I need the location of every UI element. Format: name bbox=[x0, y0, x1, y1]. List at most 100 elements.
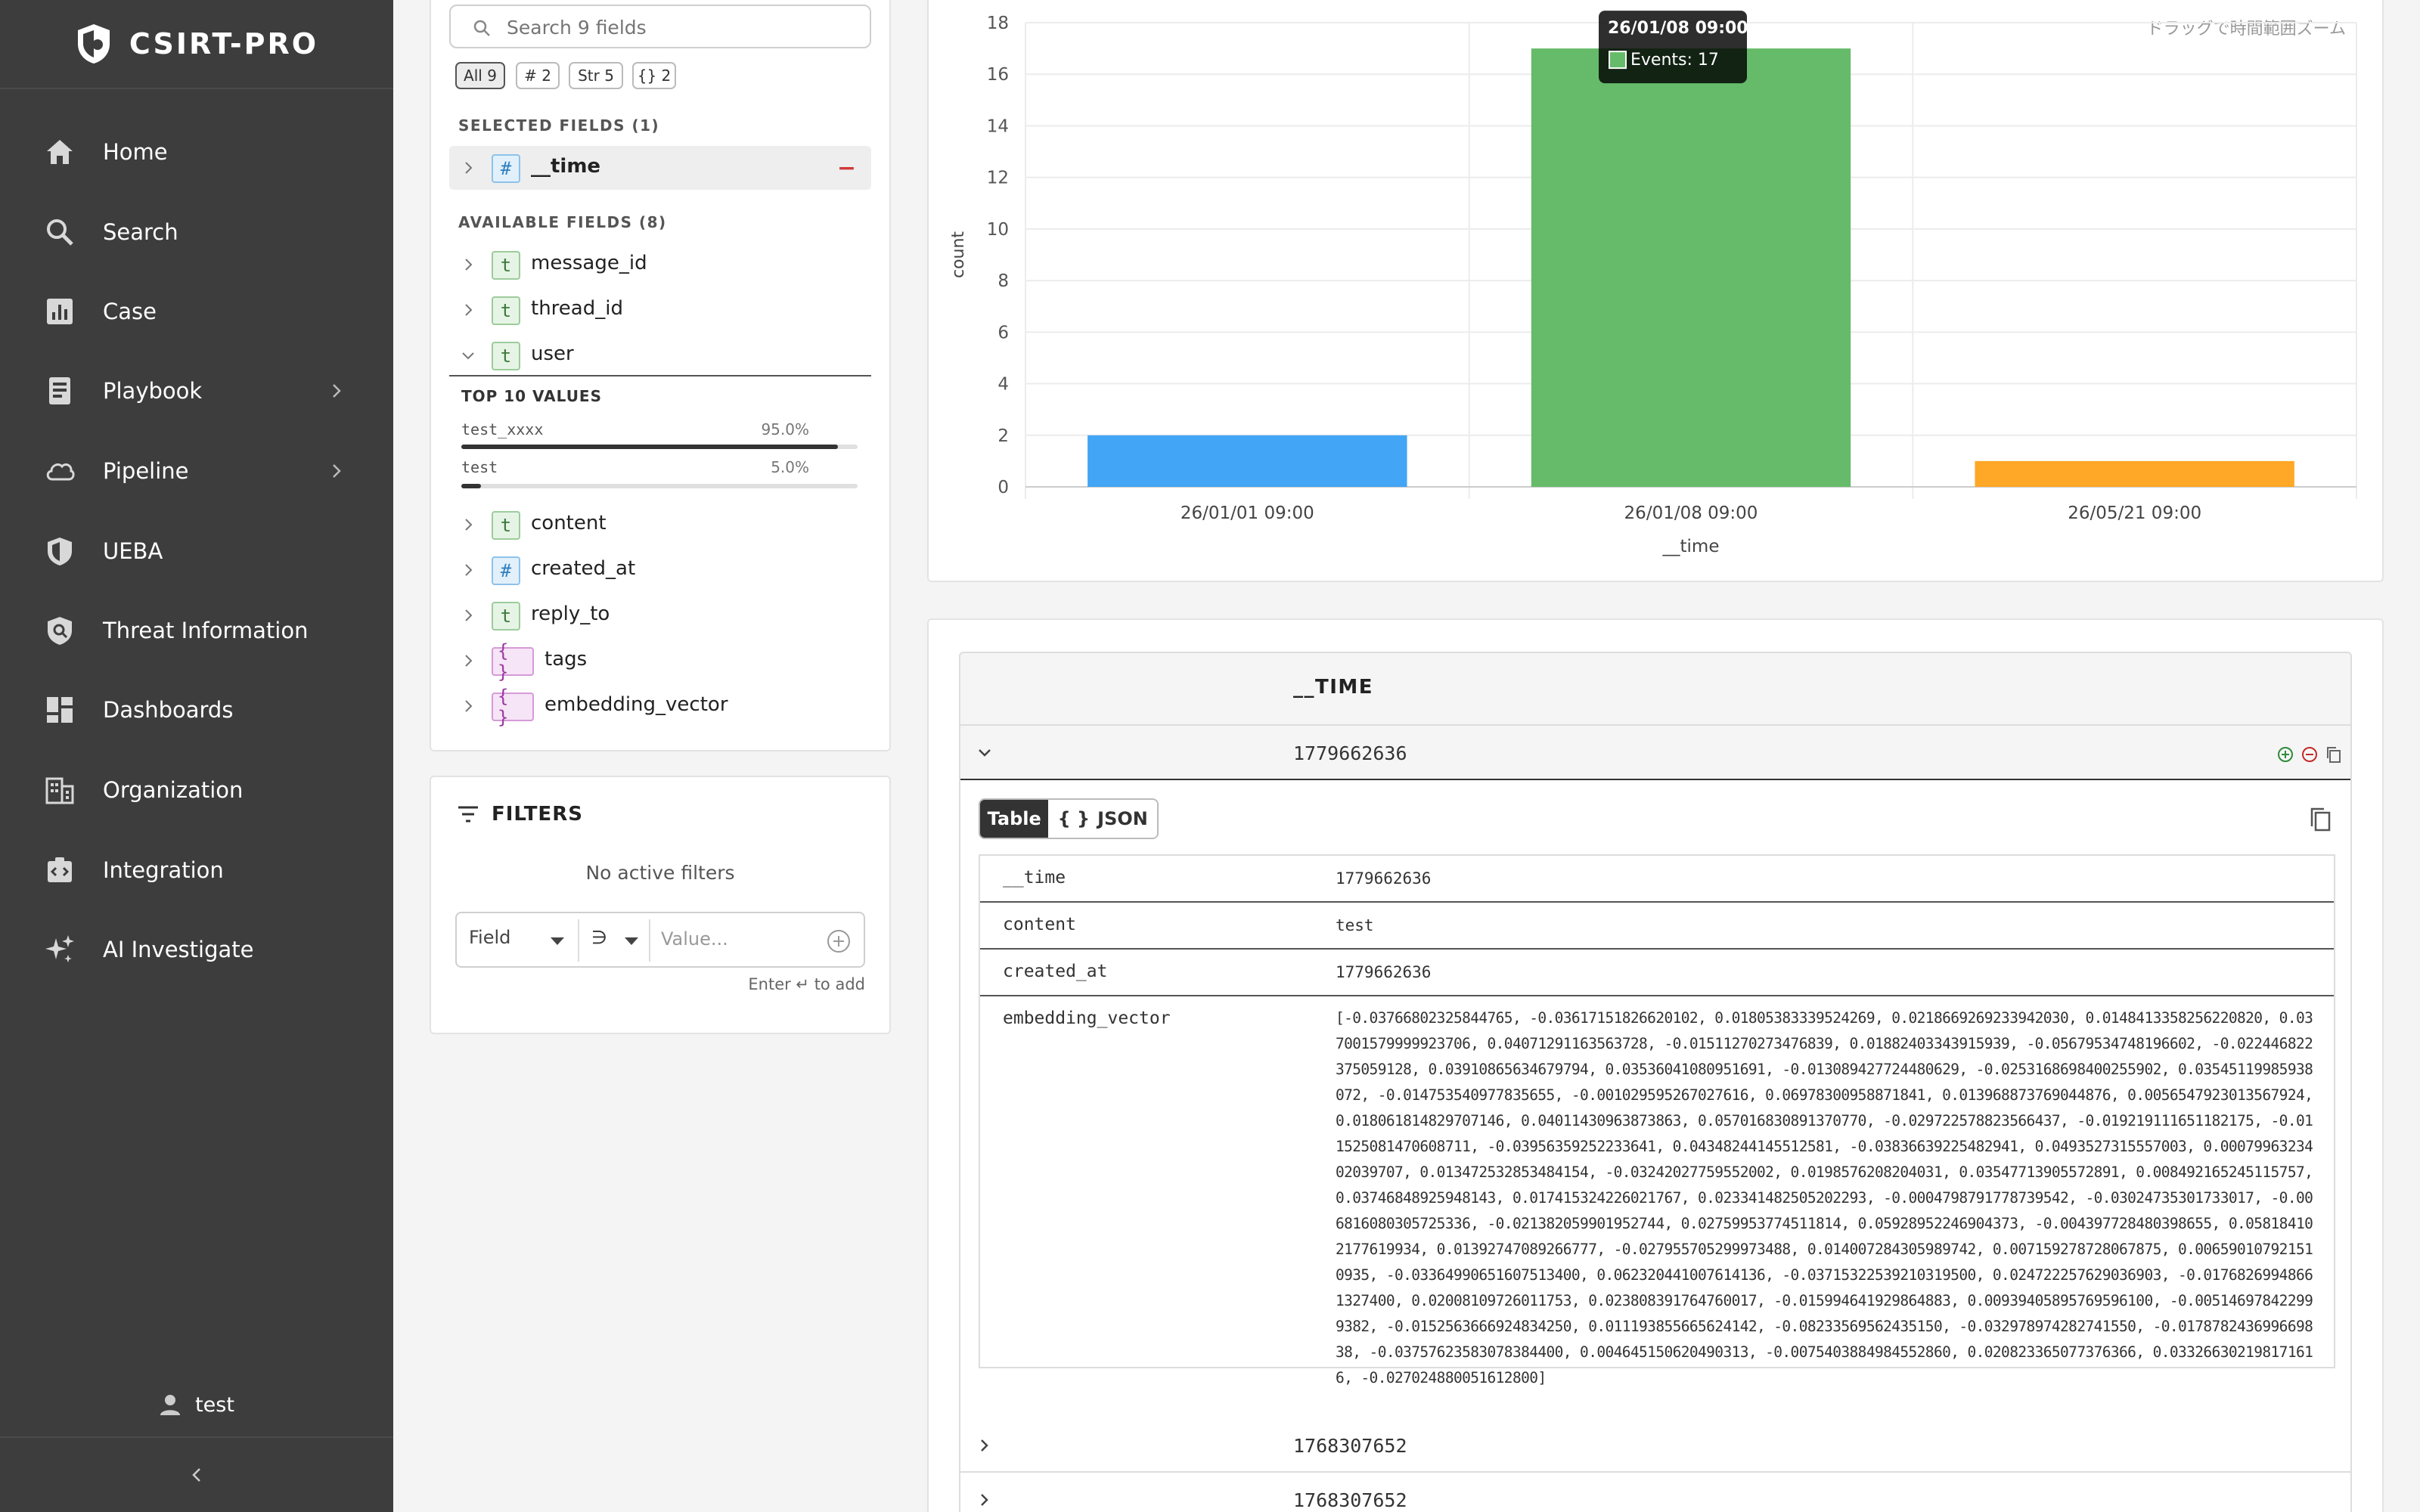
user-menu[interactable]: test bbox=[0, 1383, 393, 1426]
braces-icon: { } bbox=[1057, 808, 1091, 829]
y-tick-label: 8 bbox=[997, 271, 1009, 291]
field-row-time[interactable]: # __time − bbox=[449, 146, 871, 190]
nav-item-playbook[interactable]: Playbook bbox=[0, 359, 393, 423]
nav-item-pipeline[interactable]: Pipeline bbox=[0, 439, 393, 503]
field-name: reply_to bbox=[531, 603, 610, 625]
field-type-badge: t bbox=[492, 511, 520, 540]
nav-item-dashboards[interactable]: Dashboards bbox=[0, 678, 393, 742]
filter-operator-select[interactable]: ∋ bbox=[591, 927, 607, 948]
chevron-right-icon[interactable] bbox=[460, 160, 476, 176]
user-name: test bbox=[195, 1393, 234, 1417]
bar bbox=[1975, 460, 2294, 487]
field-name: __time bbox=[531, 155, 601, 178]
field-search-box[interactable] bbox=[449, 5, 871, 48]
chevron-right-icon[interactable] bbox=[976, 1491, 994, 1509]
chip-all[interactable]: All 9 bbox=[455, 62, 505, 89]
nav-label: Threat Information bbox=[103, 618, 309, 643]
histogram-chart[interactable]: 0 2 4 6 8 10 12 14 16 18 26/01/01 09:00 26/01/08 09… bbox=[927, 0, 2384, 575]
field-row-tags[interactable]: { } tags bbox=[449, 639, 871, 683]
field-type-badge: t bbox=[492, 296, 520, 325]
collapse-sidebar-button[interactable] bbox=[0, 1436, 393, 1512]
bar bbox=[1531, 48, 1851, 488]
nav-item-threat-information[interactable]: Threat Information bbox=[0, 599, 393, 662]
chevron-down-icon[interactable] bbox=[976, 744, 994, 762]
json-tab-label: JSON bbox=[1097, 808, 1148, 829]
filter-field-select[interactable]: Field bbox=[469, 927, 510, 948]
chevron-right-icon[interactable] bbox=[460, 562, 476, 578]
top-value-percent: 5.0% bbox=[771, 458, 809, 476]
table-row[interactable]: 1779662636 bbox=[960, 726, 2350, 780]
copy-icon[interactable] bbox=[2325, 745, 2343, 764]
chip-string[interactable]: Str 5 bbox=[569, 62, 623, 89]
field-name: message_id bbox=[531, 252, 647, 274]
top-value-bar-fill bbox=[461, 484, 482, 488]
building-icon bbox=[45, 777, 74, 804]
nav-item-integration[interactable]: Integration bbox=[0, 838, 393, 902]
filter-in-icon[interactable] bbox=[2276, 745, 2294, 764]
top-value-bar-fill bbox=[461, 445, 838, 449]
chip-number[interactable]: # 2 bbox=[516, 62, 560, 89]
field-row-embedding-vector[interactable]: { } embedding_vector bbox=[449, 684, 871, 728]
chevron-right-icon[interactable] bbox=[460, 698, 476, 714]
field-search-input[interactable] bbox=[507, 12, 855, 42]
nav-item-case[interactable]: Case bbox=[0, 280, 393, 343]
add-filter-icon[interactable] bbox=[826, 928, 852, 954]
filter-icon bbox=[458, 806, 478, 823]
chevron-right-icon[interactable] bbox=[460, 302, 476, 318]
field-row-message-id[interactable]: t message_id bbox=[449, 243, 871, 287]
chevron-right-icon[interactable] bbox=[976, 1436, 994, 1455]
chevron-right-icon[interactable] bbox=[460, 607, 476, 624]
field-row-user[interactable]: t user bbox=[449, 333, 871, 377]
brand-header[interactable]: CSIRT-PRO bbox=[0, 0, 393, 89]
x-tick-label: 26/01/01 09:00 bbox=[1181, 503, 1314, 523]
tooltip-label: Events: 17 bbox=[1630, 51, 1719, 70]
chevron-right-icon bbox=[333, 384, 341, 398]
field-row-thread-id[interactable]: t thread_id bbox=[449, 288, 871, 332]
y-tick-label: 0 bbox=[997, 478, 1009, 497]
detail-value[interactable]: test bbox=[1336, 916, 1374, 934]
dashboard-icon bbox=[47, 697, 73, 723]
chevron-right-icon[interactable] bbox=[460, 516, 476, 533]
detail-value[interactable]: [-0.03766802325844765, -0.03617151826620… bbox=[1336, 1005, 2319, 1388]
chevron-right-icon[interactable] bbox=[460, 652, 476, 669]
remove-field-button[interactable]: − bbox=[837, 155, 856, 181]
home-icon bbox=[47, 140, 73, 164]
detail-value[interactable]: 1779662636 bbox=[1336, 963, 1431, 981]
field-type-badge: { } bbox=[492, 640, 534, 683]
filter-value-input[interactable]: Value... bbox=[661, 928, 728, 950]
chip-object[interactable]: {} 2 bbox=[632, 62, 676, 89]
y-tick-label: 14 bbox=[987, 116, 1009, 136]
y-tick-label: 10 bbox=[987, 220, 1009, 240]
detail-value[interactable]: 1779662636 bbox=[1336, 869, 1431, 888]
nav-item-home[interactable]: Home bbox=[0, 120, 393, 184]
nav-item-organization[interactable]: Organization bbox=[0, 758, 393, 822]
no-filters-text: No active filters bbox=[585, 862, 735, 884]
results-table: __TIME 1779662636 Table { } JSON __time 1… bbox=[959, 652, 2352, 1512]
top-value-bar[interactable] bbox=[461, 484, 858, 488]
nav-label: Integration bbox=[103, 857, 224, 883]
tooltip-title: 26/01/08 09:00 bbox=[1608, 19, 1748, 38]
detail-table: __time 1779662636 content test created_a… bbox=[979, 854, 2335, 1387]
field-row-reply-to[interactable]: t reply_to bbox=[449, 593, 871, 637]
column-header-time[interactable]: __TIME bbox=[1293, 676, 1373, 699]
chevron-down-icon[interactable] bbox=[460, 347, 476, 364]
top-value-bar[interactable] bbox=[461, 445, 858, 449]
nav-label: Home bbox=[103, 139, 168, 165]
field-type-badge: t bbox=[492, 342, 520, 370]
json-view-tab[interactable]: { } JSON bbox=[1048, 800, 1157, 838]
nav-item-search[interactable]: Search bbox=[0, 200, 393, 264]
table-row[interactable]: 1768307652 bbox=[960, 1418, 2350, 1473]
detail-key: content bbox=[1003, 915, 1076, 934]
table-view-tab[interactable]: Table bbox=[980, 800, 1049, 838]
field-type-badge: # bbox=[492, 154, 520, 183]
field-name: thread_id bbox=[531, 297, 623, 320]
results-header: __TIME bbox=[960, 653, 2350, 726]
field-row-created-at[interactable]: # created_at bbox=[449, 548, 871, 592]
field-row-content[interactable]: t content bbox=[449, 503, 871, 547]
table-row[interactable]: 1768307652 bbox=[960, 1473, 2350, 1512]
chevron-right-icon[interactable] bbox=[460, 256, 476, 273]
nav-item-ueba[interactable]: UEBA bbox=[0, 519, 393, 583]
nav-item-ai-investigate[interactable]: AI Investigate bbox=[0, 918, 393, 981]
copy-icon[interactable] bbox=[2308, 806, 2332, 833]
filter-out-icon[interactable] bbox=[2301, 745, 2319, 764]
